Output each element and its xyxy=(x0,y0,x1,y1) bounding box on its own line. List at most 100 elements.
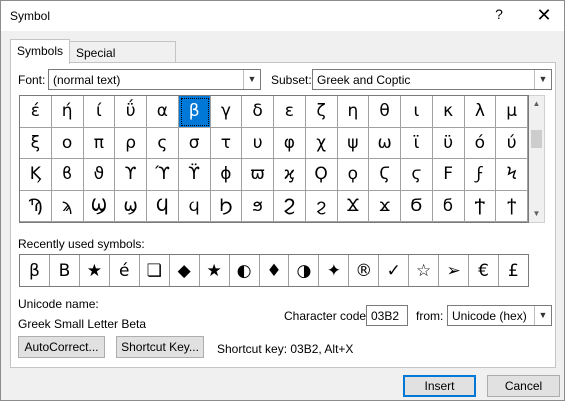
cancel-button[interactable]: Cancel xyxy=(487,375,560,397)
subset-dropdown[interactable]: Greek and Coptic ▼ xyxy=(312,69,552,90)
symbol-cell[interactable]: ζ xyxy=(305,96,338,128)
symbol-grid-scrollbar[interactable]: ▲ ▼ xyxy=(529,95,545,223)
recent-symbol-cell[interactable]: € xyxy=(469,255,499,286)
symbol-cell[interactable]: ϭ xyxy=(432,190,465,222)
font-dropdown[interactable]: (normal text) ▼ xyxy=(48,69,261,90)
symbol-cell[interactable]: Ϛ xyxy=(369,159,401,191)
recent-symbol-cell[interactable]: é xyxy=(110,255,140,286)
symbol-cell[interactable]: ή xyxy=(51,96,84,128)
symbol-cell[interactable]: Ϯ xyxy=(464,190,497,222)
symbol-cell[interactable]: ϗ xyxy=(274,159,306,191)
symbol-cell[interactable]: ϛ xyxy=(401,159,433,191)
scroll-up-icon[interactable]: ▲ xyxy=(529,96,544,112)
symbol-cell[interactable]: Ϣ xyxy=(83,190,116,222)
symbol-cell[interactable]: ϯ xyxy=(496,190,528,222)
scrollbar-thumb[interactable] xyxy=(531,130,542,148)
recent-symbol-cell[interactable]: ◑ xyxy=(289,255,320,286)
close-icon[interactable]: ✕ xyxy=(532,4,556,26)
symbol-cell[interactable]: Ϝ xyxy=(432,159,465,191)
recent-symbol-cell[interactable]: ☆ xyxy=(409,255,440,286)
help-icon[interactable]: ? xyxy=(491,6,507,24)
symbol-cell[interactable]: ϫ xyxy=(369,190,401,222)
shortcut-key-button[interactable]: Shortcut Key... xyxy=(116,336,204,358)
symbol-cell[interactable]: ϥ xyxy=(178,190,211,222)
autocorrect-button[interactable]: AutoCorrect... xyxy=(18,336,105,358)
recent-symbol-cell[interactable]: ✦ xyxy=(319,255,350,286)
symbol-cell[interactable]: τ xyxy=(210,127,243,159)
symbol-cell[interactable]: ί xyxy=(83,96,116,128)
symbol-cell[interactable]: ρ xyxy=(115,127,147,159)
recent-symbol-cell[interactable]: ★ xyxy=(200,255,230,286)
character-code-label: Character code: xyxy=(284,309,370,323)
recent-symbol-cell[interactable]: ❏ xyxy=(140,255,170,286)
recent-symbol-cell[interactable]: B xyxy=(50,255,80,286)
tab-special-characters[interactable]: Special Characters xyxy=(69,41,176,74)
recent-symbol-cell[interactable]: ♦ xyxy=(260,255,290,286)
symbol-cell[interactable]: ϓ xyxy=(147,159,179,191)
symbol-cell[interactable]: θ xyxy=(369,96,401,128)
symbol-cell[interactable]: ϕ xyxy=(210,159,243,191)
symbol-cell[interactable]: υ xyxy=(242,127,274,159)
symbol-cell[interactable]: μ xyxy=(496,96,528,128)
recent-symbol-cell[interactable]: £ xyxy=(499,255,528,286)
symbol-cell[interactable]: Ϟ xyxy=(496,159,528,191)
scroll-down-icon[interactable]: ▼ xyxy=(529,206,544,222)
recent-symbol-cell[interactable]: ➢ xyxy=(439,255,470,286)
symbol-cell[interactable]: κ xyxy=(432,96,465,128)
symbol-cell[interactable]: π xyxy=(83,127,116,159)
symbol-cell[interactable]: Ϗ xyxy=(20,159,52,191)
symbol-cell[interactable]: ψ xyxy=(337,127,370,159)
symbol-cell[interactable]: δ xyxy=(242,96,274,128)
recent-symbol-cell[interactable]: ✓ xyxy=(379,255,410,286)
symbol-cell[interactable]: ι xyxy=(401,96,433,128)
symbol-cell[interactable]: ϖ xyxy=(242,159,274,191)
symbol-cell[interactable]: α xyxy=(147,96,179,128)
symbol-cell[interactable]: ϊ xyxy=(401,127,433,159)
symbol-cell[interactable]: ϒ xyxy=(115,159,147,191)
from-label: from: xyxy=(416,309,444,323)
symbol-cell[interactable]: Ϩ xyxy=(274,190,306,222)
symbol-cell[interactable]: Ϧ xyxy=(210,190,243,222)
character-code-input[interactable]: 03B2 xyxy=(366,305,408,326)
symbol-cell[interactable]: ο xyxy=(51,127,84,159)
recent-symbol-cell[interactable]: ◐ xyxy=(230,255,260,286)
symbol-cell[interactable]: φ xyxy=(274,127,306,159)
insert-button[interactable]: Insert xyxy=(403,375,476,397)
symbol-cell[interactable]: ϡ xyxy=(51,190,84,222)
symbol-cell[interactable]: ε xyxy=(274,96,306,128)
symbol-cell[interactable]: Ϫ xyxy=(337,190,370,222)
symbol-cell[interactable]: ϑ xyxy=(83,159,116,191)
symbol-cell[interactable]: ϣ xyxy=(115,190,147,222)
symbol-cell[interactable]: ϐ xyxy=(51,159,84,191)
symbol-cell[interactable]: Ϡ xyxy=(20,190,52,222)
symbol-cell[interactable]: Ϭ xyxy=(401,190,433,222)
symbol-cell[interactable]: χ xyxy=(305,127,338,159)
symbol-cell[interactable]: ω xyxy=(369,127,401,159)
recent-symbol-cell[interactable]: ◆ xyxy=(170,255,200,286)
symbol-cell[interactable]: Ϙ xyxy=(305,159,338,191)
recent-symbol-cell[interactable]: ★ xyxy=(80,255,110,286)
symbol-cell[interactable]: λ xyxy=(464,96,497,128)
symbol-cell[interactable]: ϙ xyxy=(337,159,370,191)
symbol-cell[interactable]: σ xyxy=(178,127,211,159)
symbol-cell[interactable]: ϔ xyxy=(178,159,211,191)
symbol-cell[interactable]: ΰ xyxy=(115,96,147,128)
symbol-dialog: Symbol ? ✕ Symbols Special Characters Fo… xyxy=(0,0,565,401)
symbol-cell[interactable]: ξ xyxy=(20,127,52,159)
recent-symbol-cell[interactable]: ® xyxy=(349,255,380,286)
symbol-cell[interactable]: ϋ xyxy=(432,127,465,159)
symbol-cell[interactable]: ς xyxy=(147,127,179,159)
tab-symbols[interactable]: Symbols xyxy=(10,39,70,64)
recent-symbol-cell[interactable]: β xyxy=(20,255,50,286)
symbol-cell[interactable]: η xyxy=(337,96,370,128)
symbol-cell[interactable]: ό xyxy=(464,127,497,159)
symbol-cell[interactable]: ϝ xyxy=(464,159,497,191)
symbol-cell[interactable]: έ xyxy=(20,96,52,128)
symbol-cell[interactable]: ϩ xyxy=(305,190,338,222)
symbol-cell[interactable]: Ϥ xyxy=(147,190,179,222)
symbol-cell[interactable]: β xyxy=(178,96,211,128)
symbol-cell[interactable]: ύ xyxy=(496,127,528,159)
from-dropdown[interactable]: Unicode (hex) ▼ xyxy=(447,305,552,326)
symbol-cell[interactable]: γ xyxy=(210,96,243,128)
symbol-cell[interactable]: ϧ xyxy=(242,190,274,222)
